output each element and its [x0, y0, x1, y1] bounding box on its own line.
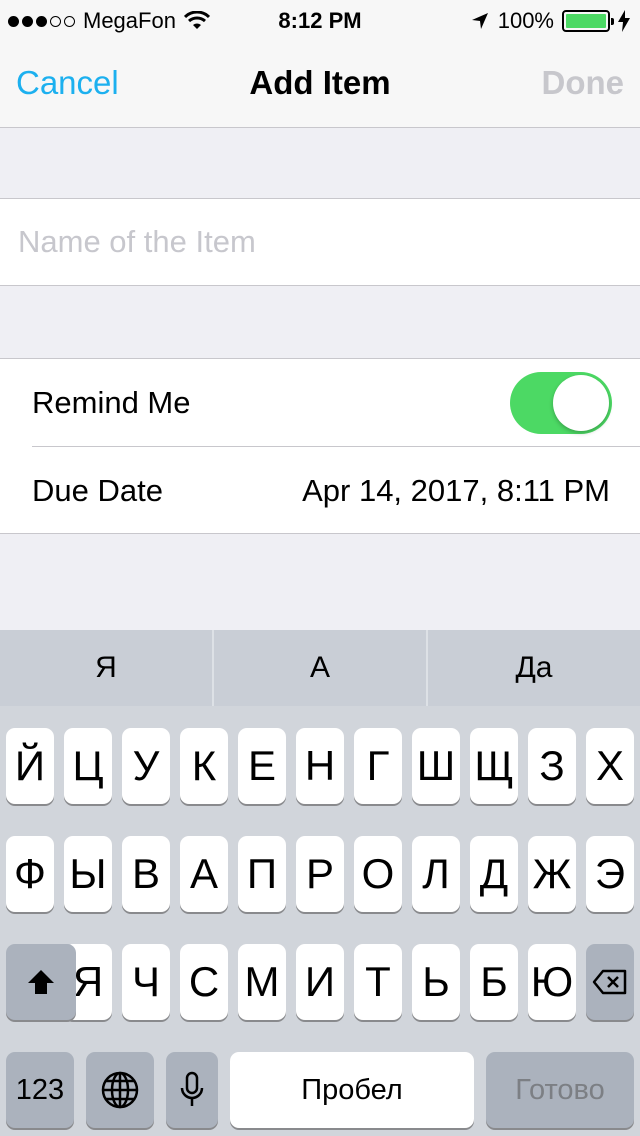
key-row2-3[interactable]: А: [180, 836, 228, 912]
suggestion-1[interactable]: Я: [0, 630, 212, 706]
key-row2-5[interactable]: Р: [296, 836, 344, 912]
numbers-key[interactable]: 123: [6, 1052, 74, 1128]
key-row3-2[interactable]: С: [180, 944, 228, 1020]
reminder-settings-group: Remind Me Due Date Apr 14, 2017, 8:11 PM: [0, 358, 640, 534]
key-row2-10[interactable]: Э: [586, 836, 634, 912]
due-date-row[interactable]: Due Date Apr 14, 2017, 8:11 PM: [0, 447, 640, 535]
shift-arrow-icon: [28, 970, 54, 994]
key-row2-8[interactable]: Д: [470, 836, 518, 912]
key-row1-3[interactable]: К: [180, 728, 228, 804]
key-row2-9[interactable]: Ж: [528, 836, 576, 912]
key-row1-7[interactable]: Ш: [412, 728, 460, 804]
key-row3-5[interactable]: Т: [354, 944, 402, 1020]
key-row1-2[interactable]: У: [122, 728, 170, 804]
key-row3-6[interactable]: Ь: [412, 944, 460, 1020]
key-row3-1[interactable]: Ч: [122, 944, 170, 1020]
key-row1-9[interactable]: З: [528, 728, 576, 804]
key-row1-1[interactable]: Ц: [64, 728, 112, 804]
key-row3-4[interactable]: И: [296, 944, 344, 1020]
shift-key[interactable]: [6, 944, 76, 1020]
backspace-icon: [592, 969, 627, 995]
battery-icon: [562, 10, 614, 32]
due-date-value: Apr 14, 2017, 8:11 PM: [302, 473, 610, 508]
key-row1-0[interactable]: Й: [6, 728, 54, 804]
done-button[interactable]: Done: [542, 64, 625, 102]
status-right: 100%: [470, 8, 630, 34]
key-row3-8[interactable]: Ю: [528, 944, 576, 1020]
predictive-bar: Я А Да: [0, 630, 640, 706]
key-row2-1[interactable]: Ы: [64, 836, 112, 912]
item-name-input[interactable]: [18, 217, 618, 267]
key-row1-10[interactable]: Х: [586, 728, 634, 804]
backspace-key[interactable]: [586, 944, 634, 1020]
key-row1-5[interactable]: Н: [296, 728, 344, 804]
key-row2-0[interactable]: Ф: [6, 836, 54, 912]
key-row3-3[interactable]: М: [238, 944, 286, 1020]
location-arrow-icon: [471, 13, 488, 29]
key-row3-7[interactable]: Б: [470, 944, 518, 1020]
globe-key[interactable]: [86, 1052, 154, 1128]
return-key[interactable]: Готово: [486, 1052, 634, 1128]
battery-percent: 100%: [497, 8, 554, 33]
key-row2-7[interactable]: Л: [412, 836, 460, 912]
key-row2-6[interactable]: О: [354, 836, 402, 912]
navigation-bar: Cancel Add Item Done: [0, 40, 640, 128]
space-key[interactable]: Пробел: [230, 1052, 474, 1128]
due-date-label: Due Date: [32, 473, 163, 508]
dictation-key[interactable]: [166, 1052, 218, 1128]
globe-icon: [101, 1071, 139, 1109]
remind-me-row: Remind Me: [0, 359, 640, 447]
keyboard: Я А Да ЙЦУКЕНГШЩЗХ ФЫВАПРОЛДЖЭ ЯЧСМИТЬБЮ…: [0, 630, 640, 1136]
microphone-icon: [180, 1071, 204, 1106]
key-row2-2[interactable]: В: [122, 836, 170, 912]
key-row1-8[interactable]: Щ: [470, 728, 518, 804]
status-bar: MegaFon 8:12 PM 100%: [0, 0, 640, 40]
key-row2-4[interactable]: П: [238, 836, 286, 912]
charging-bolt-icon: [618, 10, 630, 32]
name-cell: [0, 198, 640, 286]
remind-me-label: Remind Me: [32, 385, 191, 420]
toggle-knob: [553, 375, 609, 431]
suggestion-3[interactable]: Да: [426, 630, 640, 706]
suggestion-2[interactable]: А: [212, 630, 426, 706]
key-row1-4[interactable]: Е: [238, 728, 286, 804]
remind-me-toggle[interactable]: [510, 372, 612, 434]
key-row1-6[interactable]: Г: [354, 728, 402, 804]
